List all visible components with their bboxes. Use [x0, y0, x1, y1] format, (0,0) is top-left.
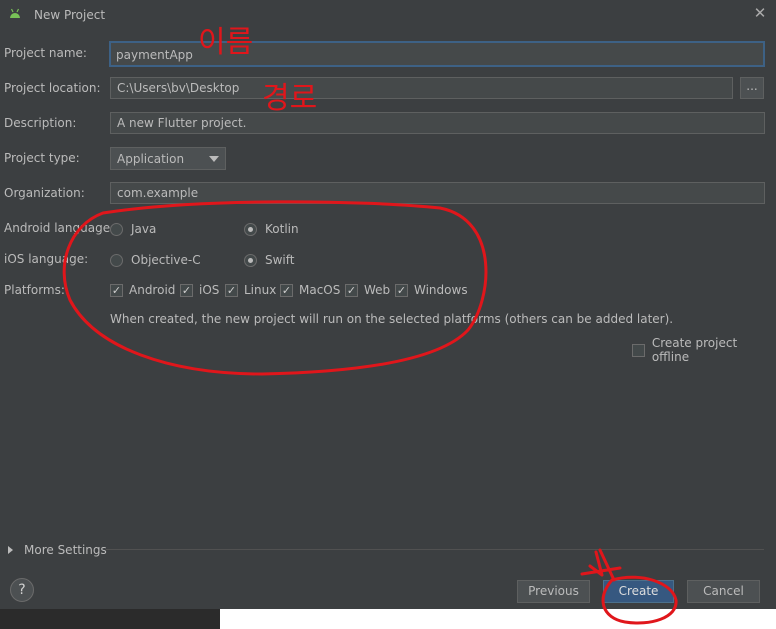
project-type-dropdown[interactable]: Application	[110, 147, 226, 170]
cancel-button[interactable]: Cancel	[687, 580, 760, 603]
browse-button[interactable]: ...	[740, 77, 764, 99]
checkbox-web-label: Web	[364, 283, 391, 297]
platforms-label: Platforms:	[4, 283, 65, 297]
project-location-label: Project location:	[4, 81, 101, 95]
platforms-hint: When created, the new project will run o…	[110, 312, 674, 326]
create-button[interactable]: Create	[603, 580, 674, 603]
ios-language-label: iOS language:	[4, 252, 89, 266]
title-bar: New Project ✕	[0, 0, 776, 28]
chevron-down-icon	[209, 156, 219, 162]
checkbox-macos-label: MacOS	[299, 283, 341, 297]
radio-kotlin-label: Kotlin	[265, 222, 299, 236]
radio-objective-c-label: Objective-C	[131, 253, 201, 267]
checkbox-windows-label: Windows	[414, 283, 468, 297]
more-settings-label: More Settings	[24, 543, 107, 557]
radio-button[interactable]	[110, 222, 123, 236]
radio-button-selected[interactable]	[244, 222, 257, 236]
checkbox-macos[interactable]: ✓ MacOS	[280, 283, 340, 297]
project-type-value: Application	[117, 152, 185, 166]
project-name-label: Project name:	[4, 46, 87, 60]
close-icon[interactable]: ✕	[752, 5, 768, 21]
android-language-label: Android language:	[4, 221, 115, 235]
checkmark-icon[interactable]: ✓	[280, 283, 293, 297]
radio-java[interactable]: Java	[110, 222, 156, 236]
background-strip	[0, 609, 776, 629]
window-title: New Project	[34, 8, 106, 22]
checkbox-android-label: Android	[129, 283, 176, 297]
checkbox-box[interactable]	[632, 343, 645, 357]
checkmark-icon[interactable]: ✓	[395, 283, 408, 297]
radio-swift-label: Swift	[265, 253, 295, 267]
checkmark-icon[interactable]: ✓	[345, 283, 358, 297]
checkbox-windows[interactable]: ✓ Windows	[395, 283, 468, 297]
divider	[106, 549, 764, 550]
more-settings-toggle[interactable]: More Settings	[8, 543, 107, 557]
description-label: Description:	[4, 116, 77, 130]
checkbox-ios[interactable]: ✓ iOS	[180, 283, 219, 297]
star-mark	[580, 548, 622, 582]
help-icon[interactable]: ?	[10, 578, 34, 602]
radio-java-label: Java	[131, 222, 157, 236]
checkmark-icon[interactable]: ✓	[110, 283, 123, 297]
radio-kotlin[interactable]: Kotlin	[244, 222, 299, 236]
organization-input[interactable]: com.example	[110, 182, 765, 204]
checkbox-linux[interactable]: ✓ Linux	[225, 283, 276, 297]
previous-button[interactable]: Previous	[517, 580, 590, 603]
checkmark-icon[interactable]: ✓	[225, 283, 238, 297]
radio-button[interactable]	[110, 253, 123, 267]
project-location-input[interactable]: C:\Users\bv\Desktop	[110, 77, 733, 99]
triangle-right-icon	[8, 546, 13, 554]
organization-label: Organization:	[4, 186, 85, 200]
checkbox-ios-label: iOS	[199, 283, 220, 297]
android-icon	[8, 7, 22, 22]
project-type-label: Project type:	[4, 151, 80, 165]
project-name-input[interactable]: paymentApp	[109, 41, 765, 67]
checkbox-android[interactable]: ✓ Android	[110, 283, 175, 297]
radio-swift[interactable]: Swift	[244, 253, 294, 267]
checkbox-web[interactable]: ✓ Web	[345, 283, 390, 297]
create-offline-label: Create project offline	[651, 336, 738, 364]
checkmark-icon[interactable]: ✓	[180, 283, 193, 297]
background-strip-light	[220, 609, 776, 629]
checkbox-linux-label: Linux	[244, 283, 277, 297]
radio-objective-c[interactable]: Objective-C	[110, 253, 201, 267]
radio-button-selected[interactable]	[244, 253, 257, 267]
checkbox-create-offline[interactable]: Create project offline	[632, 336, 776, 364]
description-input[interactable]: A new Flutter project.	[110, 112, 765, 134]
